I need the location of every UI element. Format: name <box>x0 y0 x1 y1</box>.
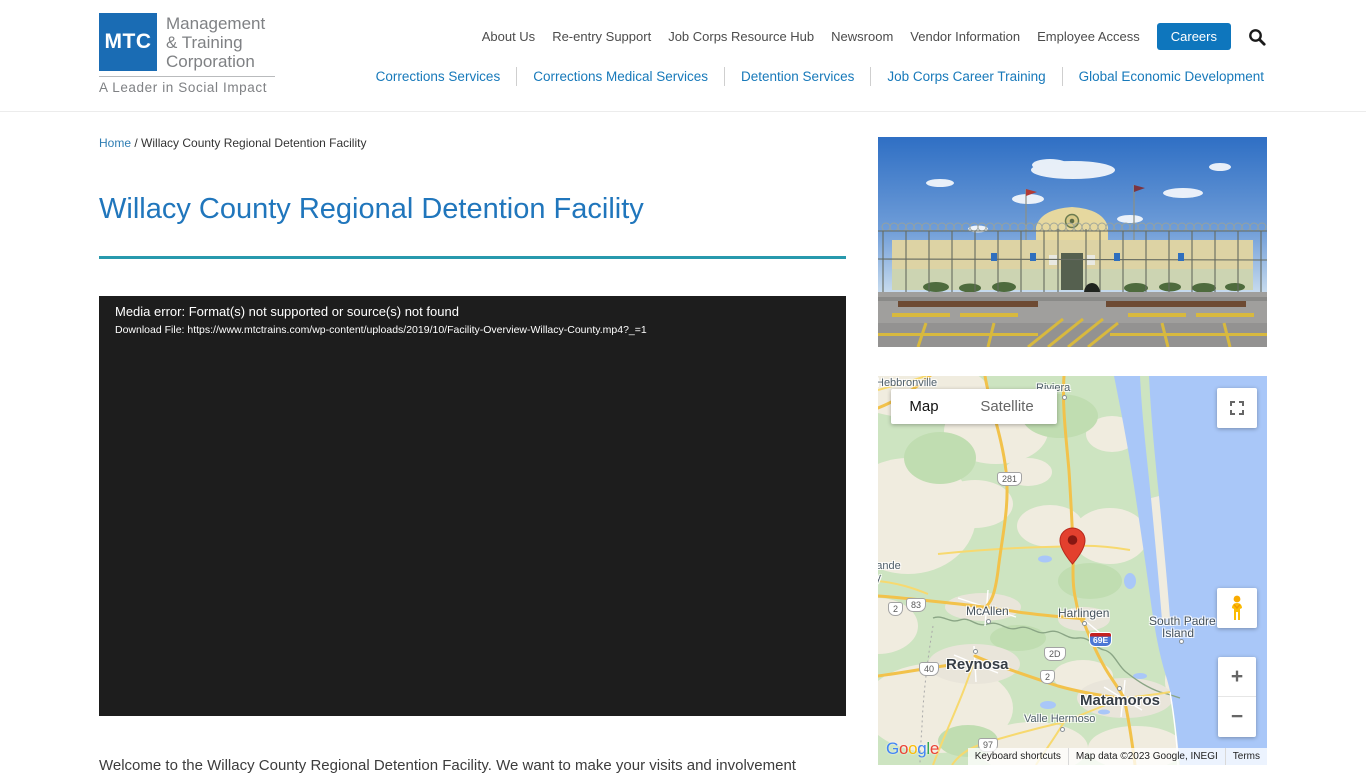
terms-link[interactable]: Terms <box>1224 748 1267 765</box>
video-error-message: Media error: Format(s) not supported or … <box>115 304 459 319</box>
fullscreen-button[interactable] <box>1217 388 1257 428</box>
nav-newsroom[interactable]: Newsroom <box>831 29 893 44</box>
title-divider <box>99 256 846 259</box>
google-logo[interactable]: Google <box>886 739 939 759</box>
map-label-south-padre-island: Island <box>1162 626 1195 640</box>
fullscreen-icon <box>1230 401 1244 415</box>
map-dot-mcallen <box>986 619 991 624</box>
nav-global-economic-development[interactable]: Global Economic Development <box>1061 67 1266 86</box>
top-navigation: About Us Re-entry Support Job Corps Reso… <box>482 23 1266 50</box>
keyboard-shortcuts-link[interactable]: Keyboard shortcuts <box>967 748 1068 765</box>
logo-line: & Training <box>166 33 243 53</box>
services-navigation: Corrections Services Corrections Medical… <box>360 67 1266 86</box>
logo-line: Management <box>166 14 266 33</box>
map-marker-pin[interactable] <box>1059 527 1086 565</box>
breadcrumb-separator: / <box>131 136 142 150</box>
map-label-harlingen: Harlingen <box>1058 606 1110 620</box>
google-letter: o <box>908 739 918 758</box>
nav-employee-access[interactable]: Employee Access <box>1037 29 1140 44</box>
site-header: MTC Management & Training Corporation A … <box>0 0 1366 112</box>
nav-reentry-support[interactable]: Re-entry Support <box>552 29 651 44</box>
map-label-valle-hermoso: Valle Hermoso <box>1024 713 1096 725</box>
facility-photo <box>878 137 1267 347</box>
video-player[interactable]: Media error: Format(s) not supported or … <box>99 296 846 716</box>
pegman-icon <box>1232 595 1242 620</box>
breadcrumb: Home / Willacy County Regional Detention… <box>99 136 366 150</box>
map-dot-reynosa <box>973 649 978 654</box>
nav-vendor-information[interactable]: Vendor Information <box>910 29 1020 44</box>
zoom-in-button[interactable]: + <box>1218 657 1256 697</box>
nav-job-corps-resource-hub[interactable]: Job Corps Resource Hub <box>668 29 814 44</box>
shield-i-69e: 69E <box>1089 632 1113 648</box>
map-label-matamoros: Matamoros <box>1080 692 1161 709</box>
zoom-out-button[interactable]: − <box>1218 697 1256 737</box>
breadcrumb-home-link[interactable]: Home <box>99 136 131 150</box>
mtc-logo[interactable]: MTC Management & Training Corporation A … <box>99 13 277 95</box>
google-map[interactable]: Hebbronville Riviera Grande City McAllen… <box>878 376 1267 765</box>
logo-divider <box>99 75 275 77</box>
nav-corrections-medical-services[interactable]: Corrections Medical Services <box>516 67 724 86</box>
logo-line: Corporation <box>166 52 255 72</box>
zoom-control: + − <box>1218 657 1256 737</box>
map-label-hebbronville: Hebbronville <box>878 377 938 389</box>
map-data-attribution: Map data ©2023 Google, INEGI <box>1067 748 1225 765</box>
video-download-link[interactable]: Download File: https://www.mtctrains.com… <box>99 319 846 336</box>
map-type-map-button[interactable]: Map <box>891 389 957 424</box>
nav-corrections-services[interactable]: Corrections Services <box>360 67 517 86</box>
map-type-control: Map Satellite <box>891 389 1057 424</box>
shield-us-281: 281 <box>997 472 1023 487</box>
map-attribution: Keyboard shortcuts Map data ©2023 Google… <box>967 748 1267 765</box>
search-button[interactable] <box>1248 28 1266 46</box>
careers-button[interactable]: Careers <box>1156 23 1231 50</box>
map-dot-riviera <box>1062 395 1067 400</box>
logo-tagline: A Leader in Social Impact <box>99 79 268 95</box>
page-title: Willacy County Regional Detention Facili… <box>99 193 644 225</box>
intro-paragraph: Welcome to the Willacy County Regional D… <box>99 757 796 774</box>
map-label-reynosa: Reynosa <box>946 656 1009 673</box>
map-terrain <box>878 376 1267 765</box>
mtc-logo-name: Management & Training Corporation <box>166 13 265 72</box>
google-letter: o <box>898 739 909 758</box>
pegman-button[interactable] <box>1217 588 1257 628</box>
map-dot-matamoros <box>1117 686 1122 691</box>
map-type-satellite-button[interactable]: Satellite <box>957 389 1057 424</box>
map-dot-valle-hermoso <box>1060 727 1065 732</box>
nav-detention-services[interactable]: Detention Services <box>724 67 870 86</box>
nav-about-us[interactable]: About Us <box>482 29 535 44</box>
shield-2d: 2D <box>1044 647 1066 662</box>
nav-job-corps-career-training[interactable]: Job Corps Career Training <box>870 67 1061 86</box>
breadcrumb-current: Willacy County Regional Detention Facili… <box>141 136 367 150</box>
map-dot-south-padre <box>1179 639 1184 644</box>
google-letter: G <box>886 739 899 758</box>
google-letter: e <box>929 739 940 758</box>
search-icon <box>1249 28 1266 46</box>
map-label-mcallen: McAllen <box>966 604 1009 618</box>
mtc-logo-square: MTC <box>99 13 157 71</box>
map-dot-harlingen <box>1082 621 1087 626</box>
shield-mx-40: 40 <box>919 662 940 677</box>
facility-photo-image <box>878 137 1267 347</box>
map-label-rio-grande-city: City <box>878 572 881 584</box>
shield-us-83: 83 <box>906 598 927 613</box>
map-label-rio-grande: Grande <box>878 560 901 572</box>
